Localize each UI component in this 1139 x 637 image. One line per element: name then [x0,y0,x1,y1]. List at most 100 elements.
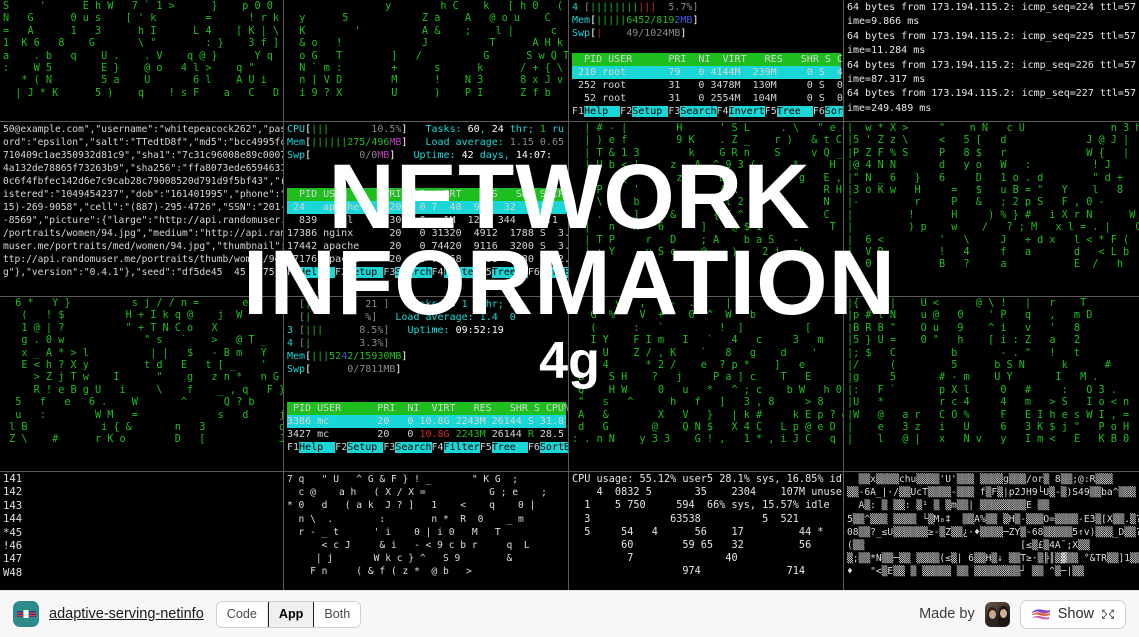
json-line: g"},"version":"0.4.1"},"seed":"df5de45 4… [3,267,284,278]
json-line: 50@example.com","username":"whitepeacock… [3,124,284,135]
json-line: ord":"epsilon","salt":"TTedtD8f","md5":"… [3,137,284,148]
ping-line: 64 bytes from 173.194.115.2: icmp_seq=22… [847,88,1139,100]
htop-column-header: PID USER PRI NI VIRT RES SHR S CPU% M [287,188,569,201]
flag-logo-glyph [16,610,36,618]
pane-matrix-rain-b: y h C k [ h 0 ( 9 z | y 5 Z a A @ o u C … [284,0,569,122]
line-number: 144 [3,513,23,526]
view-mode-app[interactable]: App [267,601,315,627]
matrix-rain-text: , y , - . | V G % V + 0 ^ W b ( : ` ! ] … [572,298,843,446]
htop-row-selected: 210 root 79 0 4144M 239M 0 S 4.0 2 [572,66,844,79]
htop-row: 52 root 31 0 2554M 104M 0 S 0.0 1 [572,93,844,104]
expand-arrows-icon: ↖ ↗ ↙ ↘ [1101,606,1115,621]
htop-row-selected: 24 apache 20 0 7 48 9 32 11 [287,201,566,214]
pane-matrix-rain-a: S ' E h W 7 ` 1 > } p 0 0 d N G 0 u s [ … [0,0,284,122]
htop-swap-line: Swp[ 0/0MB] Uptime: 42 days, 14:07: [287,150,552,161]
app-root: S ' E h W 7 ` 1 > } p 0 0 d N G 0 u s [ … [0,0,1139,637]
matrix-rain-text: S ' E h W 7 ` 1 > } p 0 0 d N G 0 u s [ … [3,1,280,99]
json-line: istered":"1049454237","dob":"161401995",… [3,189,284,200]
line-number: 142 [3,486,23,499]
htop-swap-line: Swp[ 0/7811MB] [287,364,402,375]
htop-cpu-line: 3 [||| 8.5%] Uptime: 09:52:19 [287,325,504,336]
htop-row: 17386 nginx 20 0 31320 4912 1788 S 3.8 [287,228,569,239]
htop-cpu-line: CPU[||| 10.5%] Tasks: 60, 24 thr; 1 ru [287,124,565,135]
ping-line: ime=11.284 ms [847,45,926,57]
htop-mem-line: Mem[|||||Mem[||||||6452/8192MB]6452/8192… [572,15,699,26]
view-mode-code[interactable]: Code [216,601,268,627]
garbled-line: ▒▒-6A_|·/▒▒UcT▒▒▒▒-▒▒▒ f▒F▒|p2JH9└U▒-▒)S… [847,487,1136,499]
json-line: 15)-269-9058","cell":"(887)-295-4726","S… [3,202,284,213]
line-number: !46 [3,540,23,553]
cpu-usage-line: 5 54 4 56 17 44 * [572,526,824,538]
htop-row: 252 root 31 0 3478M 130M 0 S 0.0 1 [572,80,844,91]
line-number: 141 [3,473,23,485]
garbled-line: ▒▒x▒▒▒▒chu▒▒▒▒'U'▒▒▒ ▒▒▒▒g▒▒▒/or▒ 8▒▒;@:… [847,474,1113,485]
user-avatar[interactable] [984,601,1010,627]
ping-line: ime=87.317 ms [847,74,926,86]
htop-cpu-line: 4 [| 3.3%] [287,338,390,349]
htop-mem-line: Mem[|||5242/15930MB] [287,351,408,362]
garbled-line: ♦ "<▒E▒▒ ▒ ▒▒▒▒▒ ▒▒ ▒▒▒▒▒▒▒▒┘ ▒▒ ^▒─|▒▒ [847,566,1084,578]
htop-row: 17442 apache 20 0 74420 9116 3200 S 3.4 [287,241,569,252]
show-button-label: Show [1057,606,1094,622]
ping-line: 64 bytes from 173.194.115.2: icmp_seq=22… [847,59,1139,71]
pane-matrix-rain-e: 6 * Y } s j / / n = e ( ! $ H + I k q @ … [0,297,284,472]
ping-line: ime=9.866 ms [847,16,920,28]
view-mode-both[interactable]: Both [314,601,361,627]
htop-column-header: PID USER PRI NI VIRT RES SHR S CPU% M [287,402,569,415]
pane-matrix-rain-c: | # - | H ' S L . \ " e e | ) e f 9 K . … [569,122,844,297]
pane-matrix-rain-d: | w * X > " n N c U n 3 h |5 ' Z z \ < 5… [844,122,1139,297]
ping-line: 64 bytes from 173.194.115.2: icmp_seq=22… [847,2,1139,13]
garbled-line: 5▒▒^▒▒▒ ▒▒▒▒ └▒M₀‡ ▒▒A%▒▒ ▒H▒-▒▒▒O=▒▒▒▒-… [847,513,1139,525]
htop-column-header: PID USER PRI NI VIRT RES SHR S CPU% ME [572,53,843,66]
pane-htop-mid: CPU[||| 10.5%] Tasks: 60, 24 thr; 1 ru M… [284,122,569,297]
pane-line-numbers: 141 142 143 144 *45 !46 147 W48 [0,472,284,590]
json-line: -8569","picture":{"large":"http://api.ra… [3,215,284,226]
garbled-line: ▒;▒▒*N▒▒─▒▒ ▒▒▒▒(≤▒| 6▒▒H▒↓ ▒▒T≥·▒╠║▒▓▒▒… [847,553,1139,565]
garbled-text: 7 q " U ^ G & F } ! _ " K G ; c @ a h ( … [287,474,547,578]
terminal-mosaic: S ' E h W 7 ` 1 > } p 0 0 d N G 0 u s [ … [0,0,1139,590]
htop-row: 3427 mc 20 0 10.8G 2243M 26144 R 28.5 1 [287,429,564,440]
htop-row: 27176 apache 20 0 74268 9088 3180 S 2.9 [287,254,569,265]
cpu-usage-line: 974 714 [572,566,806,578]
flag-logo-icon[interactable] [13,601,39,627]
cpu-usage-line: 4 0832 5 35 2304 107M unuse [572,487,842,499]
htop-row-selected: 3386 mc 20 0 10.8G 2243M 26144 S 31.8 1 [287,415,569,428]
pane-garbled-mid: 7 q " U ^ G & F } ! _ " K G ; c @ a h ( … [284,472,569,590]
view-mode-switch[interactable]: Code App Both [215,600,362,628]
htop-function-keys: F1Help F2Setup F3SearchF4FilterF5Tree F6… [287,441,568,454]
line-number: *45 [3,526,23,539]
json-line: /portraits/women/94.jpg","medium":"http:… [3,228,284,239]
htop-swap-line: Swp[| 49/1024MB] [572,28,687,39]
line-number: W48 [3,566,23,579]
matrix-rain-text: |{ f | U < @ \ ! | r T |p # l N u @ 0 ' … [847,298,1130,446]
json-line: 710409c1ae350932d81c9","sha1":"7c31c9600… [3,150,284,161]
htop-cpu-line: [|||| 21 ] Tasks: 9 1 thr; 3 [287,299,516,310]
htop-function-keys: F1Help F2Setup F3SearchF4FilterF5Tree F6… [287,266,568,279]
pane-json-user-data: 50@example.com","username":"whitepeacock… [0,122,284,297]
pane-ping-output: 64 bytes from 173.194.115.2: icmp_seq=22… [844,0,1139,122]
htop-cpu-line: [| %] Load average: 1.4 0 [287,312,516,323]
cpu-usage-line: 3 63538 5 521 [572,513,799,525]
line-number: 147 [3,553,23,566]
show-button[interactable]: Show ↖ ↗ ↙ ↘ [1019,599,1126,629]
json-line: 0c6f4fbfec142d6e7c9cab28c79008520d791d9f… [3,176,284,187]
cpu-usage-line: 60 59 65 32 56 [572,540,812,552]
matrix-rain-text: | w * X > " n N c U n 3 h |5 ' Z z \ < 5… [847,123,1139,271]
line-number: 143 [3,499,23,512]
cpu-usage-line: 7 40 [572,553,738,565]
pane-matrix-rain-g: |{ f | U < @ \ ! | r T |p # l N u @ 0 ' … [844,297,1139,472]
pane-cpu-usage: CPU usage: 55.12% user5 28.1% sys, 16.85… [569,472,844,590]
htop-row: 839 sql 30 0 1M 12 344 6.1 [287,215,558,226]
repo-name-link[interactable]: adaptive-serving-netinfo [49,606,204,622]
avatar-face-left [988,609,996,619]
garbled-line: (▒▒ [≤▒£▒4A¯;X▒▒ [847,540,1090,552]
htop-mem-line: Mem[||||||275/496MB] Load average: 1.15 … [287,137,564,148]
bottom-toolbar: adaptive-serving-netinfo Code App Both M… [0,590,1139,637]
pane-htop-bottom: [|||| 21 ] Tasks: 9 1 thr; 3 [| %] Load … [284,297,569,472]
made-by-label: Made by [919,606,975,622]
cpu-usage-line: 1 5 750 594 66% sys, 15.57% idle [572,500,830,512]
pane-htop-top: 4 [||||||||||| 5.7%] Mem[|||||Mem[||||||… [569,0,844,122]
htop-cpu-bar: 4 [||||||||||| 5.7%] [572,2,699,13]
matrix-rain-text: 6 * Y } s j / / n = e ( ! $ H + I k q @ … [9,298,283,446]
garbled-line: 08▒▒?_≤U▒▒▒▒▒▒≥-▒Z▒▒¿·♦▒▒▒▒─ZY▒-68▒▒▒▒▒5… [847,526,1139,538]
